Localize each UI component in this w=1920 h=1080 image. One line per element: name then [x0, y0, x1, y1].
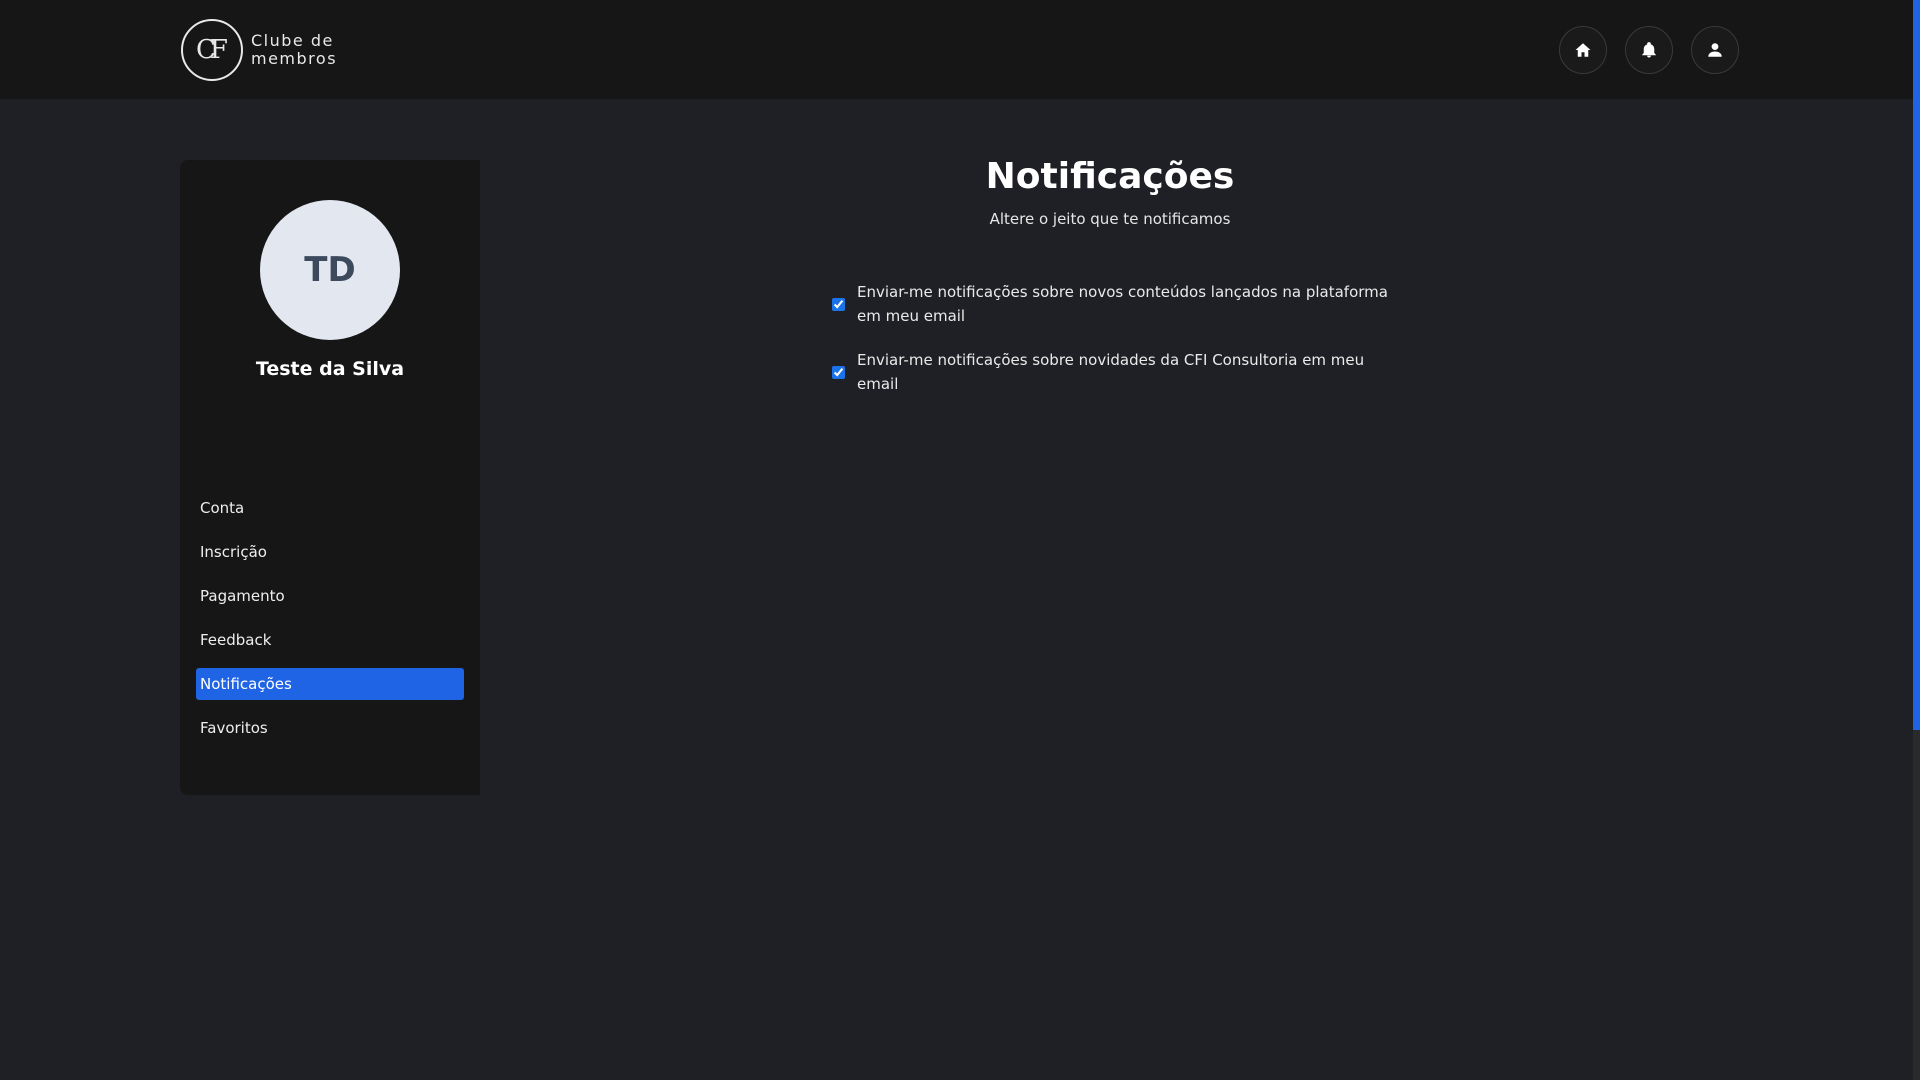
new-content-email-label[interactable]: Enviar-me notificações sobre novos conte… — [857, 280, 1392, 328]
profile-button[interactable] — [1691, 26, 1739, 74]
page: CF Clube de membros TD Teste da Silva Co… — [0, 0, 1920, 1080]
notifications-button[interactable] — [1625, 26, 1673, 74]
page-subtitle: Altere o jeito que te notificamos — [989, 210, 1231, 228]
scrollbar-thumb[interactable] — [1913, 0, 1920, 730]
sidebar-item-favoritos[interactable]: Favoritos — [196, 712, 464, 744]
home-button[interactable] — [1559, 26, 1607, 74]
page-scrollbar[interactable] — [1913, 0, 1920, 1080]
sidebar-item-feedback[interactable]: Feedback — [196, 624, 464, 656]
account-sidebar: TD Teste da Silva Conta Inscrição Pagame… — [180, 160, 480, 795]
avatar: TD — [260, 200, 400, 340]
sidebar-item-inscricao[interactable]: Inscrição — [196, 536, 464, 568]
option-row: Enviar-me notificações sobre novos conte… — [832, 280, 1392, 328]
logo[interactable]: CF Clube de membros — [181, 19, 337, 81]
home-icon — [1575, 43, 1591, 57]
sidebar-nav: Conta Inscrição Pagamento Feedback Notif… — [196, 492, 464, 756]
sidebar-item-notificacoes[interactable]: Notificações — [196, 668, 464, 700]
sidebar-item-conta[interactable]: Conta — [196, 492, 464, 524]
new-content-email-checkbox[interactable] — [832, 297, 845, 311]
news-email-label[interactable]: Enviar-me notificações sobre novidades d… — [857, 348, 1392, 396]
sidebar-item-pagamento[interactable]: Pagamento — [196, 580, 464, 612]
logo-text-line2: membros — [251, 49, 338, 68]
option-row: Enviar-me notificações sobre novidades d… — [832, 348, 1392, 396]
page-title: Notificações — [985, 156, 1235, 197]
user-name: Teste da Silva — [255, 358, 405, 380]
top-header: CF Clube de membros — [0, 0, 1913, 99]
bell-icon — [1642, 42, 1656, 58]
user-icon — [1708, 43, 1722, 57]
logo-mark: CF — [181, 19, 243, 81]
news-email-checkbox[interactable] — [832, 365, 845, 379]
logo-text: Clube de membros — [251, 32, 337, 68]
notification-options: Enviar-me notificações sobre novos conte… — [832, 280, 1392, 416]
logo-text-line1: Clube de — [251, 31, 334, 50]
header-actions — [1559, 26, 1739, 74]
